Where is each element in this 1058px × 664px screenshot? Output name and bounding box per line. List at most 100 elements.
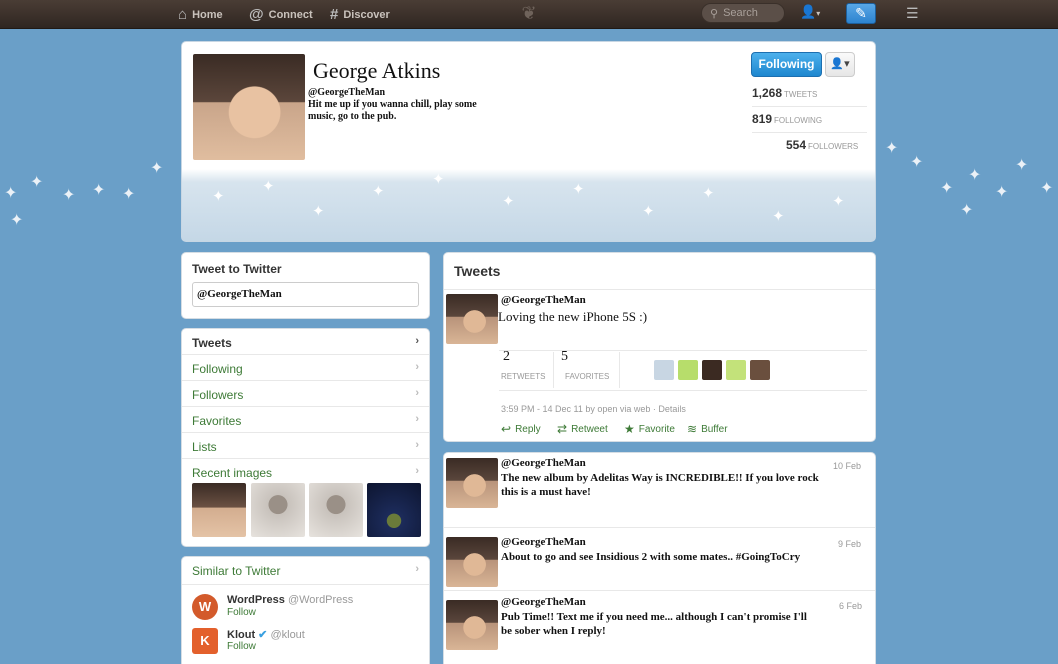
- user-actions-dropdown-button[interactable]: 👤▾: [825, 52, 855, 77]
- search-icon: ⚲: [710, 7, 719, 20]
- profile-name: George Atkins: [313, 58, 441, 83]
- divider: [444, 527, 875, 528]
- suggested-user-klout[interactable]: K Klout ✔ @klout Follow: [192, 628, 422, 662]
- tweet-text: The new album by Adelitas Way is INCREDI…: [501, 472, 819, 498]
- user-icon: 👤: [800, 4, 817, 19]
- nav-home[interactable]: ⌂ Home: [178, 0, 223, 29]
- settings-menu-icon[interactable]: ☰: [906, 5, 919, 22]
- tweet-avatar[interactable]: [446, 458, 498, 508]
- nav-connect[interactable]: @ Connect: [249, 0, 313, 29]
- chevron-right-icon: ›: [415, 465, 419, 477]
- tweet-avatar[interactable]: [446, 600, 498, 650]
- bird-icon: ✦: [92, 182, 106, 199]
- chevron-right-icon: ›: [415, 361, 419, 373]
- user-menu-dropdown[interactable]: 👤▾: [800, 4, 830, 24]
- favoriter-avatar[interactable]: [702, 360, 722, 380]
- twitter-bird-logo-icon[interactable]: ❦: [517, 3, 541, 23]
- bird-icon: ✦: [1040, 180, 1054, 197]
- bird-icon: ✦: [62, 187, 76, 204]
- retweet-count[interactable]: 2: [503, 349, 510, 365]
- stat-followers-value: 554: [786, 138, 807, 152]
- tweet-author-handle[interactable]: @GeorgeTheMan: [501, 294, 586, 306]
- wordpress-logo-icon: W: [192, 594, 218, 620]
- sidebar-item-recent-images[interactable]: Recent images ›: [182, 459, 429, 485]
- sidebar-item-tweets[interactable]: Tweets ›: [182, 329, 429, 355]
- tweet-meta[interactable]: 3:59 PM - 14 Dec 11 by open via web · De…: [501, 404, 686, 414]
- recent-image-thumbnail[interactable]: [367, 483, 421, 537]
- star-icon: ★: [624, 422, 635, 436]
- compose-tweet-button[interactable]: ✎: [846, 3, 876, 24]
- tweet-text: Pub Time!! Text me if you need me... alt…: [501, 611, 807, 637]
- tweet-to-input[interactable]: @GeorgeTheMan: [192, 282, 419, 307]
- suggested-user-wordpress[interactable]: W WordPress @WordPress Follow: [192, 594, 422, 628]
- stat-tweets-label: TWEETS: [784, 90, 818, 99]
- favoriter-avatar[interactable]: [750, 360, 770, 380]
- bird-icon: ✦: [968, 167, 982, 184]
- bird-icon: ✦: [702, 185, 715, 202]
- compose-icon: ✎: [855, 5, 867, 21]
- following-button[interactable]: Following: [751, 52, 822, 77]
- chevron-right-icon: ›: [415, 563, 419, 575]
- stat-following[interactable]: 819 FOLLOWING: [752, 112, 822, 126]
- recent-image-thumbnail[interactable]: [309, 483, 363, 537]
- reply-icon: ↩: [501, 422, 512, 436]
- tweet-text: Loving the new iPhone 5S :): [498, 309, 648, 324]
- favorite-count[interactable]: 5: [561, 349, 568, 365]
- bird-icon: ✦: [502, 193, 515, 210]
- retweet-button[interactable]: ⇄ Retweet: [557, 422, 608, 436]
- sidebar-item-followers[interactable]: Followers ›: [182, 381, 429, 407]
- tweet-date[interactable]: 10 Feb: [833, 461, 861, 471]
- divider: [553, 352, 554, 388]
- bird-icon: ✦: [995, 184, 1009, 201]
- stat-tweets[interactable]: 1,268 TWEETS: [752, 86, 817, 100]
- similar-to-module: Similar to Twitter › W WordPress @WordPr…: [181, 556, 430, 664]
- suggested-user-name: WordPress @WordPress: [227, 594, 353, 606]
- search-input[interactable]: ⚲ Search: [701, 3, 785, 23]
- tweet-author-handle[interactable]: @GeorgeTheMan: [501, 536, 586, 548]
- tweet-avatar[interactable]: [446, 537, 498, 587]
- stat-followers[interactable]: 554 FOLLOWERS: [786, 138, 858, 152]
- favoriter-avatar[interactable]: [654, 360, 674, 380]
- tweet-to-title: Tweet to Twitter: [192, 262, 282, 276]
- bird-icon: ✦: [910, 154, 924, 171]
- sidebar-item-favorites[interactable]: Favorites ›: [182, 407, 429, 433]
- nav-discover[interactable]: # Discover: [330, 0, 390, 29]
- chevron-right-icon: ›: [415, 439, 419, 451]
- tweet-author-handle[interactable]: @GeorgeTheMan: [501, 457, 586, 469]
- suggested-user-handle: @WordPress: [287, 594, 354, 606]
- bird-icon: ✦: [122, 186, 136, 203]
- divider: [444, 289, 875, 290]
- favoriter-avatar[interactable]: [678, 360, 698, 380]
- favorite-count-label: FAVORITES: [565, 372, 610, 381]
- bird-icon: ✦: [312, 203, 325, 220]
- follow-link[interactable]: Follow: [227, 607, 256, 618]
- nav-home-label: Home: [192, 8, 223, 21]
- tweet-author-handle[interactable]: @GeorgeTheMan: [501, 596, 586, 608]
- follow-link[interactable]: Follow: [227, 641, 256, 652]
- profile-avatar[interactable]: [193, 54, 305, 160]
- divider: [619, 352, 620, 388]
- profile-bio: Hit me up if you wanna chill, play some …: [308, 99, 477, 122]
- bird-icon: ✦: [1015, 157, 1029, 174]
- similar-to-title: Similar to Twitter: [192, 564, 281, 578]
- bird-icon: ✦: [150, 160, 164, 177]
- buffer-button[interactable]: ≋ Buffer: [687, 422, 728, 436]
- hash-icon: #: [330, 6, 339, 23]
- at-icon: @: [249, 6, 264, 23]
- tweet-date[interactable]: 9 Feb: [838, 539, 861, 549]
- profile-nav-module: Tweets › Following › Followers › Favorit…: [181, 328, 430, 547]
- recent-image-thumbnail[interactable]: [251, 483, 305, 537]
- favorite-button[interactable]: ★ Favorite: [624, 422, 675, 436]
- chevron-right-icon: ›: [415, 413, 419, 425]
- bird-icon: ✦: [30, 174, 44, 191]
- similar-to-header[interactable]: Similar to Twitter ›: [182, 557, 429, 585]
- tweet-avatar[interactable]: [446, 294, 498, 344]
- favoriter-avatar[interactable]: [726, 360, 746, 380]
- tweet-date[interactable]: 6 Feb: [839, 601, 862, 611]
- sidebar-item-following[interactable]: Following ›: [182, 355, 429, 381]
- suggested-user-name-text: Klout: [227, 629, 256, 641]
- recent-image-thumbnail[interactable]: [192, 483, 246, 537]
- sidebar-item-lists[interactable]: Lists ›: [182, 433, 429, 459]
- suggested-user-name: Klout ✔ @klout: [227, 628, 305, 641]
- reply-button[interactable]: ↩ Reply: [501, 422, 541, 436]
